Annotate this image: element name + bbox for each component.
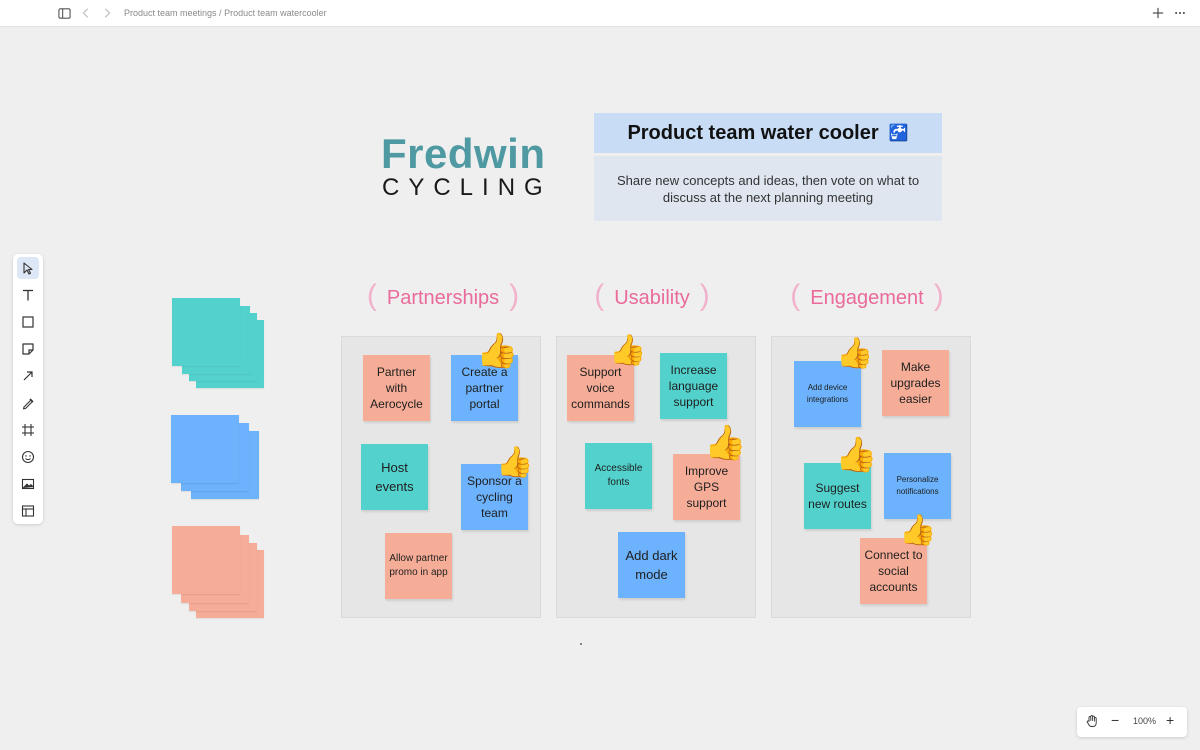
sticky-note[interactable]: Add dark mode — [618, 532, 685, 598]
forward-arrow-icon[interactable] — [99, 5, 115, 21]
thumbs-up-icon[interactable]: 👍 — [899, 516, 936, 546]
breadcrumb-parent[interactable]: Product team meetings — [124, 8, 217, 18]
sticky-note[interactable]: Host events — [361, 444, 428, 510]
sidebar-toggle-icon[interactable] — [56, 5, 72, 21]
text-tool-icon[interactable] — [17, 284, 39, 306]
hand-tool-icon[interactable] — [1085, 714, 1099, 731]
sticky-note[interactable]: Accessible fonts — [585, 443, 652, 509]
sticky-note[interactable]: Allow partner promo in app — [385, 533, 452, 599]
shape-tool-icon[interactable] — [17, 311, 39, 333]
frame-tool-icon[interactable] — [17, 419, 39, 441]
sticky-note[interactable]: Partner with Aerocycle — [363, 355, 430, 421]
column-header-usability[interactable]: (Usability) — [594, 279, 710, 313]
tools-toolbar — [13, 254, 43, 524]
breadcrumb: Product team meetings / Product team wat… — [124, 8, 327, 18]
sticky-note[interactable]: Make upgrades easier — [882, 350, 949, 416]
select-tool-icon[interactable] — [17, 257, 39, 279]
thumbs-up-icon[interactable]: 👍 — [704, 426, 746, 460]
breadcrumb-separator: / — [216, 8, 225, 18]
more-icon[interactable] — [1172, 5, 1188, 21]
sticky-note[interactable]: Add device integrations — [794, 361, 861, 427]
zoom-in-button[interactable]: + — [1166, 712, 1174, 728]
stack-note — [172, 298, 240, 366]
sticky-note-tool-icon[interactable] — [17, 338, 39, 360]
thumbs-up-icon[interactable]: 👍 — [835, 438, 877, 472]
sticky-note[interactable]: Personalize notifications — [884, 453, 951, 519]
canvas-dot — [580, 643, 582, 645]
board-description[interactable]: Share new concepts and ideas, then vote … — [594, 156, 942, 221]
template-tool-icon[interactable] — [17, 500, 39, 522]
stack-note — [171, 415, 239, 483]
thumbs-up-icon[interactable]: 👍 — [609, 336, 646, 366]
plus-icon[interactable] — [1150, 5, 1166, 21]
sticky-note[interactable]: Increase language support — [660, 353, 727, 419]
logo-cycling: CYCLING — [382, 174, 552, 201]
image-tool-icon[interactable] — [17, 473, 39, 495]
column-header-engagement[interactable]: (Engagement) — [790, 279, 943, 313]
arrow-tool-icon[interactable] — [17, 365, 39, 387]
thumbs-up-icon[interactable]: 👍 — [476, 334, 518, 368]
sticky-note[interactable]: Improve GPS support — [673, 454, 740, 520]
zoom-controls: − 100% + — [1077, 707, 1187, 737]
pen-tool-icon[interactable] — [17, 392, 39, 414]
column-header-partnerships[interactable]: (Partnerships) — [367, 279, 519, 313]
zoom-level: 100% — [1133, 716, 1157, 726]
logo-fredwin: Fredwin — [381, 130, 546, 177]
sticky-note[interactable]: Connect to social accounts — [860, 538, 927, 604]
faucet-icon: 🚰 — [888, 125, 909, 142]
board-title-box[interactable]: Product team water cooler 🚰 — [594, 113, 942, 153]
emoji-tool-icon[interactable] — [17, 446, 39, 468]
bracket-right-icon: ) — [509, 279, 520, 312]
stack-note — [172, 526, 240, 594]
top-bar: Product team meetings / Product team wat… — [0, 0, 1200, 27]
bracket-left-icon: ( — [790, 279, 801, 312]
zoom-out-button[interactable]: − — [1111, 712, 1119, 728]
breadcrumb-current: Product team watercooler — [224, 8, 327, 18]
thumbs-up-icon[interactable]: 👍 — [836, 339, 873, 369]
bracket-right-icon: ) — [933, 279, 944, 312]
thumbs-up-icon[interactable]: 👍 — [496, 448, 533, 478]
back-arrow-icon[interactable] — [78, 5, 94, 21]
bracket-left-icon: ( — [366, 279, 377, 312]
bracket-right-icon: ) — [699, 279, 710, 312]
board-title: Product team water cooler — [627, 121, 879, 144]
bracket-left-icon: ( — [594, 279, 605, 312]
